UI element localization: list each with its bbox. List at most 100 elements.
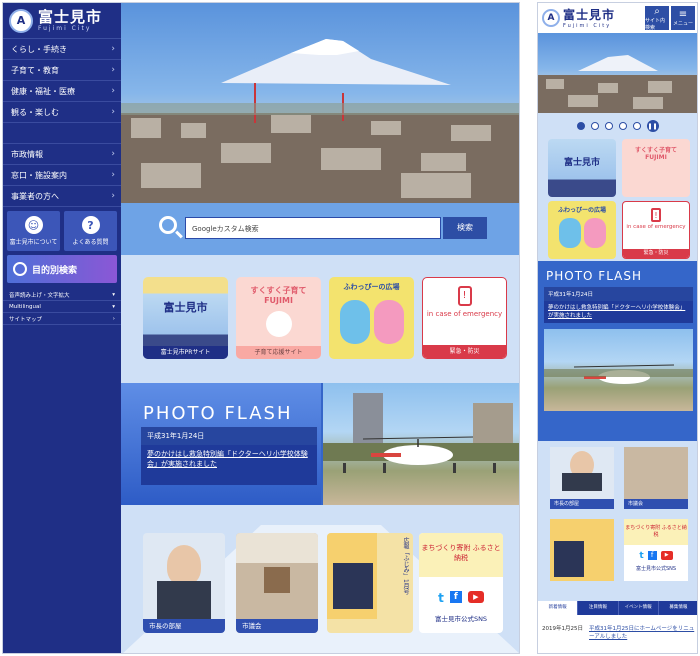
pr-site-banner[interactable]: 富士見市 富士見市PRサイト [143, 277, 228, 359]
kosodate-banner[interactable]: すくすく子育て FUJIMI [622, 139, 690, 197]
chevron-right-icon: › [111, 86, 115, 96]
mayor-photo [167, 545, 201, 585]
chevron-right-icon: › [111, 107, 115, 117]
carousel-dot[interactable] [618, 122, 627, 130]
search-icon [13, 262, 27, 276]
mount-fuji-cityscape-image [121, 39, 519, 203]
mobile-search-button[interactable]: ⌕ サイト内検索 [645, 6, 669, 31]
alert-icon: ! [651, 208, 661, 222]
fuwappy-mascot-icon [339, 300, 370, 344]
koho-magazine-card[interactable] [550, 519, 614, 581]
mobile-bottom-cards: 市長の部屋 市議会 まちづくり寄附 ふるさと納税 t f ▶ 富士見市公式SNS [538, 441, 697, 601]
pr-site-banner[interactable]: 富士見市 [548, 139, 616, 197]
chick-mascot-icon [265, 311, 292, 337]
main-content: Googleカスタム検索 検索 富士見市 富士見市PRサイト すくすく子育て F… [121, 3, 519, 653]
tab-featured[interactable]: 注目情報 [578, 601, 619, 615]
tab-events[interactable]: イベント情報 [619, 601, 659, 615]
kosodate-banner[interactable]: すくすく子育て FUJIMI 子育て応援サイト [236, 277, 321, 359]
photo-flash-card[interactable]: 平成31年1月24日 夢のかけはし救急特別編「ドクターヘリ小学校体験会」が実施さ… [544, 287, 693, 323]
photo-flash-card[interactable]: 平成31年1月24日 夢のかけはし救急特別編「ドクターヘリ小学校体験会」が実施さ… [141, 427, 317, 485]
utility-links: 音声読み上げ・文字拡大 ▾ Multilingual ▾ サイトマップ › [3, 289, 121, 325]
mayor-room-link[interactable]: 市長の部屋 [550, 499, 614, 509]
mobile-menu-button[interactable]: ≡ メニュー [671, 6, 695, 30]
carousel-dot[interactable] [590, 122, 599, 130]
city-council-card[interactable]: 市議会 [236, 533, 318, 633]
carousel-dot[interactable] [632, 122, 641, 130]
city-emblem-icon: A [542, 9, 560, 27]
desktop-view: A 富士見市 Fujimi City くらし・手続き › 子育て・教育 › 健康・福… [2, 2, 520, 654]
about-city-button[interactable]: ☺ 富士見市について [7, 211, 60, 251]
fuwappy-banner[interactable]: ふわっぴーの広場 [548, 201, 616, 259]
photo-flash-date: 平成31年1月24日 [141, 427, 317, 445]
hero-image [121, 3, 519, 203]
helicopter-photo [544, 329, 693, 411]
city-council-card[interactable] [624, 447, 688, 499]
chevron-right-icon: › [111, 191, 115, 201]
mobile-banner-grid: 富士見市 すくすく子育て FUJIMI ふわっぴーの広場 ! in case o… [538, 139, 697, 261]
mobile-logo[interactable]: 富士見市 Fujimi City [563, 8, 615, 29]
menu-item-madoguchi[interactable]: 窓口・施設案内 › [3, 165, 121, 186]
site-title-en: Fujimi City [38, 24, 92, 32]
sns-card[interactable]: まちづくり寄附 ふるさと納税 t f ▶ 富士見市公式SNS [624, 519, 688, 581]
facebook-icon[interactable]: f [647, 551, 657, 560]
search-bar: Googleカスタム検索 検索 [121, 203, 519, 255]
mayor-room-card[interactable] [550, 447, 614, 499]
city-council-link[interactable]: 市議会 [624, 499, 688, 509]
tab-recruit[interactable]: 募集情報 [659, 601, 697, 615]
page-frame: A 富士見市 Fujimi City くらし・手続き › 子育て・教育 › 健康・福… [0, 0, 700, 656]
koho-magazine-card[interactable]: 広報「ふじみ」1月号 [327, 533, 413, 633]
alert-icon: ! [457, 286, 472, 306]
emergency-banner[interactable]: ! in case of emergency 緊急・防災 [422, 277, 507, 359]
hamburger-icon: ≡ [678, 9, 688, 20]
accessibility-link[interactable]: 音声読み上げ・文字拡大 ▾ [3, 289, 121, 301]
bottom-links: 市長の部屋 市議会 広報「ふじみ」1月号 まちづくり寄附 ふるさと納税 t f … [121, 505, 519, 653]
news-item: 2019年1月25日 平成31年1月25日にホームページをリニューアルしました [538, 615, 697, 651]
carousel-dot[interactable] [576, 122, 585, 130]
banner-row: 富士見市 富士見市PRサイト すくすく子育て FUJIMI 子育て応援サイト ふ… [121, 255, 519, 383]
sitemap-link[interactable]: サイトマップ › [3, 313, 121, 325]
menu-item-kosodate[interactable]: 子育て・教育 › [3, 60, 121, 81]
twitter-icon[interactable]: t [639, 551, 643, 561]
menu-item-kurashi[interactable]: くらし・手続き › [3, 39, 121, 60]
sns-card[interactable]: まちづくり寄附 ふるさと納税 t f ▶ 富士見市公式SNS [419, 533, 503, 633]
search-input[interactable]: Googleカスタム検索 [185, 217, 441, 239]
mobile-news-tabs: 新着情報 注目情報 イベント情報 募集情報 2019年1月25日 平成31年1月… [538, 601, 697, 653]
faq-button[interactable]: ? よくある質問 [64, 211, 117, 251]
purpose-search-button[interactable]: 目的別検索 [7, 255, 117, 283]
quick-tiles: ☺ 富士見市について ? よくある質問 [3, 207, 121, 255]
menu-item-kenko[interactable]: 健康・福祉・医療 › [3, 81, 121, 102]
facebook-icon[interactable]: f [449, 591, 462, 603]
fuwappy-banner[interactable]: ふわっぴーの広場 [329, 277, 414, 359]
youtube-icon[interactable]: ▶ [660, 551, 673, 560]
mayor-room-card[interactable]: 市長の部屋 [143, 533, 225, 633]
helicopter-photo [323, 383, 519, 505]
chevron-right-icon: › [111, 170, 115, 180]
twitter-icon[interactable]: t [438, 591, 444, 605]
news-date: 2019年1月25日 [542, 626, 583, 632]
tab-new-info[interactable]: 新着情報 [538, 601, 579, 615]
menu-item-jigyosha[interactable]: 事業者の方へ › [3, 186, 121, 207]
chevron-right-icon: › [112, 315, 115, 322]
menu-item-shisei[interactable]: 市政情報 › [3, 144, 121, 165]
site-title: 富士見市 [38, 7, 103, 26]
mascot-icon: ☺ [24, 216, 43, 234]
menu-item-miru[interactable]: 観る・楽しむ › [3, 102, 121, 123]
carousel-dot[interactable] [604, 122, 613, 130]
news-tab-bar: 新着情報 注目情報 イベント情報 募集情報 [538, 601, 697, 615]
chevron-down-icon: ▾ [112, 291, 115, 298]
emergency-banner[interactable]: ! in case of emergency 緊急・防災 [622, 201, 690, 259]
fuwappy-mascot-icon [373, 300, 404, 344]
search-button[interactable]: 検索 [443, 217, 487, 239]
multilingual-link[interactable]: Multilingual ▾ [3, 301, 121, 313]
site-logo[interactable]: A 富士見市 Fujimi City [3, 3, 121, 39]
photo-flash-link[interactable]: 夢のかけはし救急特別編「ドクターヘリ小学校体験会」が実施されました [141, 445, 317, 473]
news-link[interactable]: 平成31年1月25日にホームページをリニューアルしました [589, 625, 695, 641]
city-emblem-icon: A [9, 8, 33, 33]
menu-divider [3, 123, 121, 144]
photo-flash-section: PHOTO FLASH 平成31年1月24日 夢のかけはし救急特別編「ドクターヘ… [121, 383, 519, 505]
youtube-icon[interactable]: ▶ [467, 591, 484, 603]
pause-icon[interactable]: ❚❚ [646, 120, 659, 132]
mobile-hero-image [538, 33, 697, 113]
chevron-down-icon: ▾ [112, 303, 115, 310]
furusato-banner[interactable]: まちづくり寄附 ふるさと納税 [419, 533, 503, 577]
